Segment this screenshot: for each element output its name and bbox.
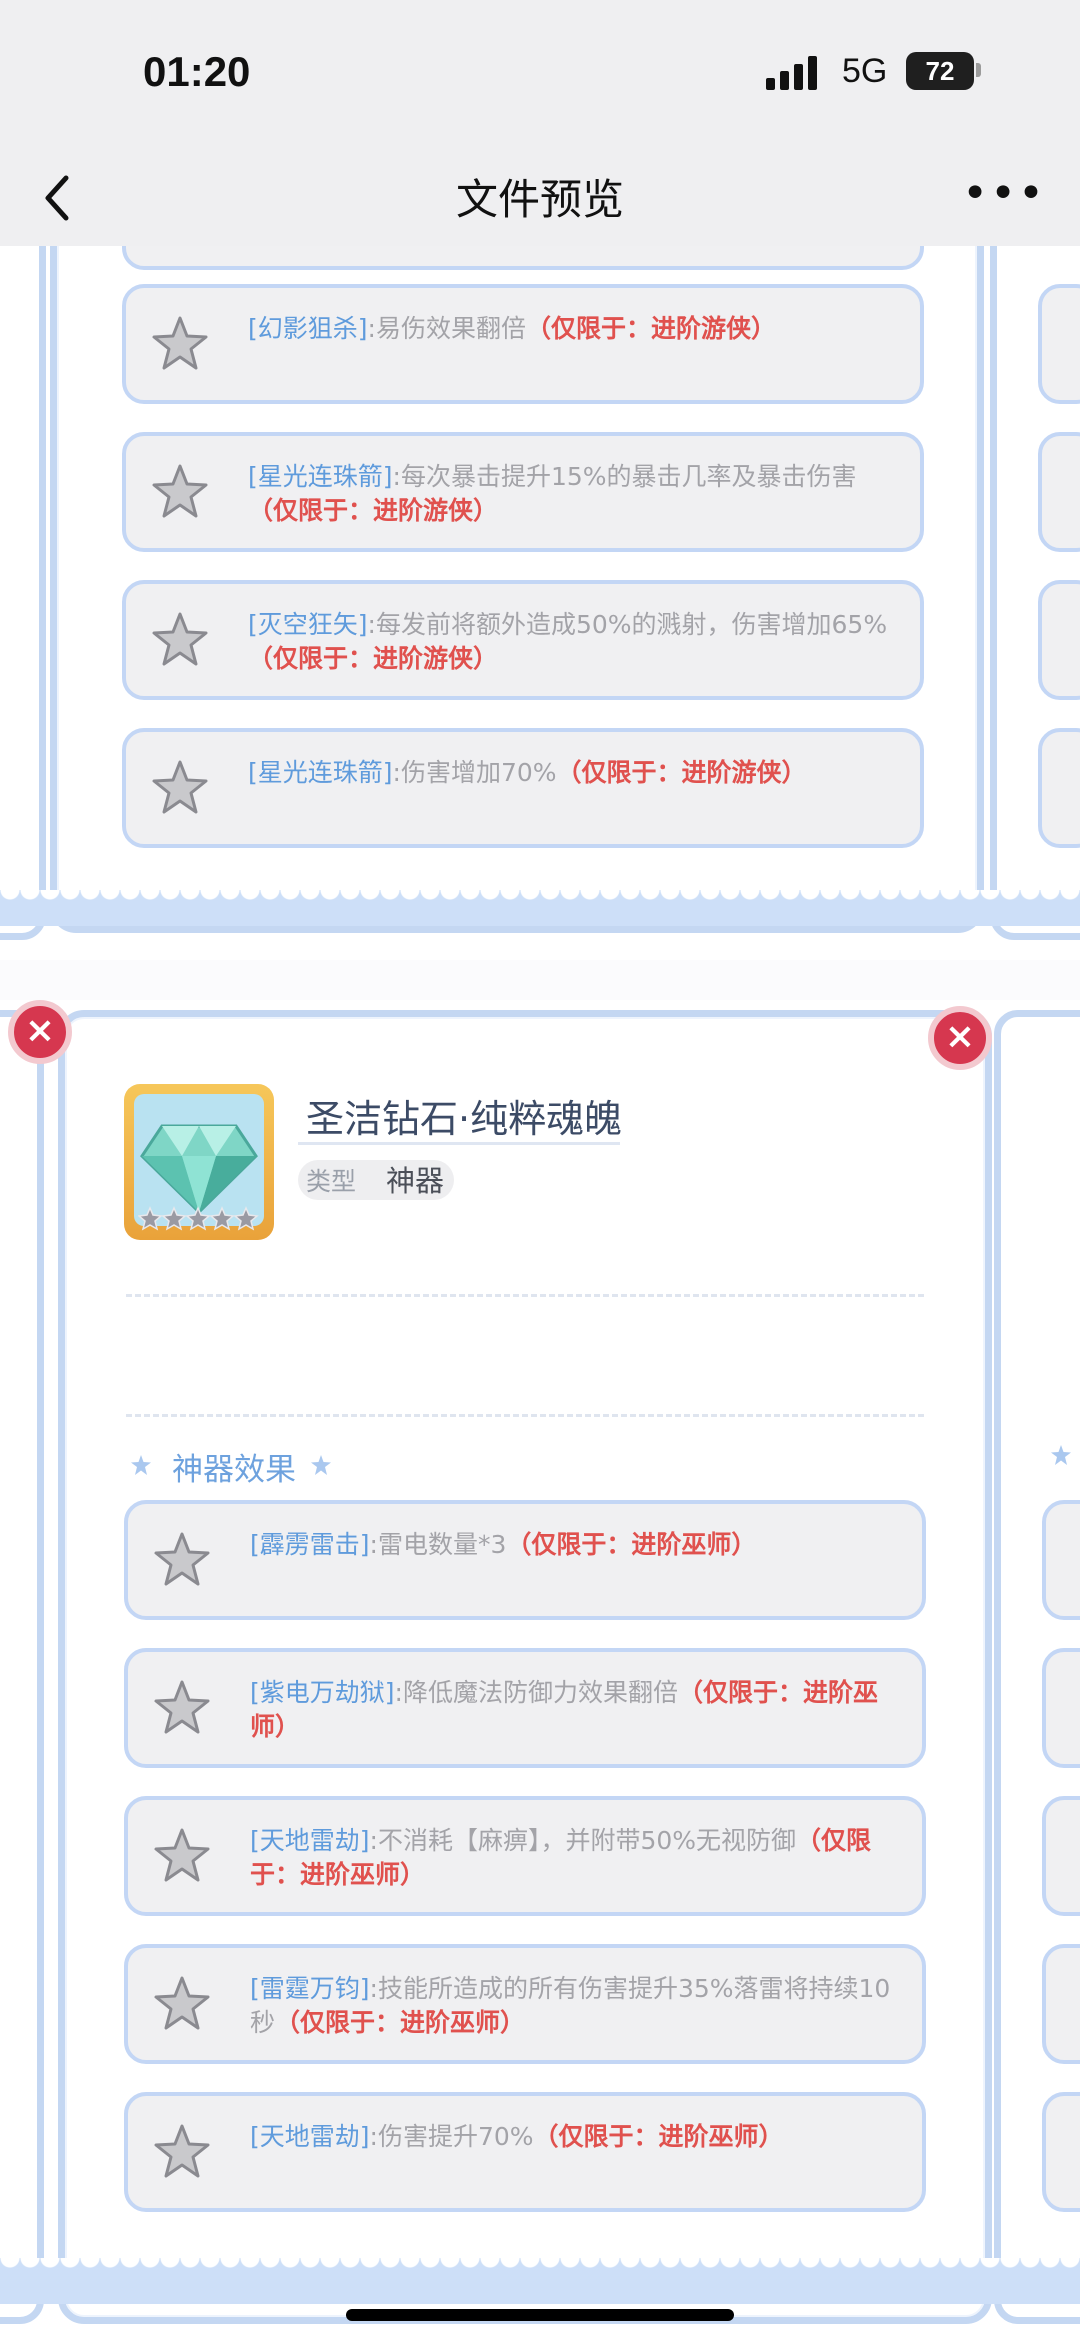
effect-card: [雷霆万钧]:技能所造成的所有伤害提升35%落雷将持续10秒（仅限于：进阶巫师） xyxy=(124,1944,926,2064)
right-side-slot xyxy=(1038,580,1080,700)
left-card-edge xyxy=(0,246,46,940)
effect-card: [霹雳雷击]:雷电数量*3（仅限于：进阶巫师） xyxy=(124,1500,926,1620)
effect-desc: :每次暴击提升15%的暴击几率及暴击伤害 xyxy=(392,462,857,491)
effect-text: [紫电万劫狱]:降低魔法防御力效果翻倍（仅限于：进阶巫师） xyxy=(250,1676,900,1744)
effect-name: [天地雷劫] xyxy=(250,2122,370,2151)
effect-desc: :每发前将额外造成50%的溅射，伤害增加65% xyxy=(367,610,888,639)
effect-limit: （仅限于：进阶巫师） xyxy=(533,2122,784,2151)
right-side-slot xyxy=(1042,1648,1080,1768)
divider xyxy=(126,1414,924,1417)
effect-card: [星光连珠箭]:伤害增加70%（仅限于：进阶游侠） xyxy=(122,728,924,848)
section-title: 神器效果 xyxy=(172,1452,296,1488)
effect-text: [星光连珠箭]:每次暴击提升15%的暴击几率及暴击伤害 （仅限于：进阶游侠） xyxy=(248,460,898,528)
effect-name: [幻影狙杀] xyxy=(248,314,368,343)
effect-name: [雷霆万钧] xyxy=(250,1974,370,2003)
more-icon[interactable]: ••• xyxy=(962,168,1046,219)
effect-desc: :降低魔法防御力效果翻倍 xyxy=(394,1678,678,1707)
effect-desc: :不消耗【麻痹】，并附带50%无视防御 xyxy=(369,1826,797,1855)
rarity-stars xyxy=(138,1206,259,1231)
close-icon[interactable]: × xyxy=(928,1006,992,1070)
effect-limit: （仅限于：进阶巫师） xyxy=(506,1530,757,1559)
effect-text: [天地雷劫]:不消耗【麻痹】，并附带50%无视防御（仅限于：进阶巫师） xyxy=(250,1824,900,1892)
effect-limit: （仅限于：进阶游侠） xyxy=(248,496,499,525)
star-icon xyxy=(154,2124,210,2178)
signal-icon xyxy=(766,56,817,90)
effect-card: [紫电万劫狱]:降低魔法防御力效果翻倍（仅限于：进阶巫师） xyxy=(124,1648,926,1768)
effect-desc: :易伤效果翻倍 xyxy=(367,314,526,343)
network-type: 5G xyxy=(842,52,888,90)
right-side-slot xyxy=(1038,728,1080,848)
effect-text: [天地雷劫]:伤害提升70%（仅限于：进阶巫师） xyxy=(250,2120,900,2154)
effect-card-partial xyxy=(122,246,924,270)
star-icon xyxy=(152,612,208,666)
star-icon xyxy=(152,464,208,518)
effect-name: [灭空狂矢] xyxy=(248,610,368,639)
effect-text: [幻影狙杀]:易伤效果翻倍（仅限于：进阶游侠） xyxy=(248,312,898,346)
effect-name: [紫电万劫狱] xyxy=(250,1678,395,1707)
star-icon xyxy=(154,1532,210,1586)
effect-limit: （仅限于：进阶游侠） xyxy=(525,314,776,343)
effect-limit: （仅限于：进阶巫师） xyxy=(275,2008,526,2037)
star-icon xyxy=(152,760,208,814)
star-icon xyxy=(154,1976,210,2030)
effect-text: [星光连珠箭]:伤害增加70%（仅限于：进阶游侠） xyxy=(248,756,898,790)
effect-name: [霹雳雷击] xyxy=(250,1530,370,1559)
card-bottom-border xyxy=(0,2258,1080,2304)
star-icon xyxy=(311,1455,331,1475)
right-side-slot xyxy=(1038,432,1080,552)
right-side-slot xyxy=(1042,1944,1080,2064)
status-bar: 01:20 5G 72 xyxy=(0,0,1080,150)
effect-card: [星光连珠箭]:每次暴击提升15%的暴击几率及暴击伤害 （仅限于：进阶游侠） xyxy=(122,432,924,552)
effect-name: [天地雷劫] xyxy=(250,1826,370,1855)
effect-card: [灭空狂矢]:每发前将额外造成50%的溅射，伤害增加65% （仅限于：进阶游侠） xyxy=(122,580,924,700)
effect-limit: （仅限于：进阶游侠） xyxy=(248,644,499,673)
preview-image-bottom: × × 圣洁钻石·纯粹魂魄 类型 神器 神器效果 [霹雳雷击]:雷电数量*3（仅… xyxy=(0,1000,1080,2341)
name-underline xyxy=(298,1142,620,1145)
type-value: 神器 xyxy=(386,1164,445,1198)
effect-name: [星光连珠箭] xyxy=(248,462,393,491)
star-icon xyxy=(152,316,208,370)
effect-card: [天地雷劫]:伤害提升70%（仅限于：进阶巫师） xyxy=(124,2092,926,2212)
effect-text: [灭空狂矢]:每发前将额外造成50%的溅射，伤害增加65% （仅限于：进阶游侠） xyxy=(248,608,898,676)
effect-limit: （仅限于：进阶游侠） xyxy=(556,758,807,787)
effect-text: [霹雳雷击]:雷电数量*3（仅限于：进阶巫师） xyxy=(250,1528,900,1562)
effect-name: [星光连珠箭] xyxy=(248,758,393,787)
effect-desc: :伤害提升70% xyxy=(369,2122,534,2151)
divider xyxy=(126,1294,924,1297)
star-icon xyxy=(1051,1445,1071,1465)
status-time: 01:20 xyxy=(143,48,251,95)
close-icon[interactable]: × xyxy=(8,1000,72,1064)
home-indicator[interactable] xyxy=(346,2309,734,2321)
battery-tip xyxy=(976,63,981,77)
type-label: 类型 xyxy=(306,1167,357,1196)
effect-card: [天地雷劫]:不消耗【麻痹】，并附带50%无视防御（仅限于：进阶巫师） xyxy=(124,1796,926,1916)
item-name: 圣洁钻石·纯粹魂魄 xyxy=(306,1097,623,1141)
star-icon xyxy=(131,1455,151,1475)
card-bottom-border xyxy=(0,890,1080,926)
effect-text: [雷霆万钧]:技能所造成的所有伤害提升35%落雷将持续10秒（仅限于：进阶巫师） xyxy=(250,1972,900,2040)
effect-desc: :伤害增加70% xyxy=(392,758,557,787)
right-side-slot xyxy=(1042,1500,1080,1620)
battery-level: 72 xyxy=(906,52,974,90)
effect-desc: :雷电数量*3 xyxy=(369,1530,507,1559)
star-icon xyxy=(154,1680,210,1734)
item-icon-frame xyxy=(124,1084,274,1240)
right-side-slot xyxy=(1042,1796,1080,1916)
page-title: 文件预览 xyxy=(455,175,624,224)
effect-card: [幻影狙杀]:易伤效果翻倍（仅限于：进阶游侠） xyxy=(122,284,924,404)
right-side-slot xyxy=(1042,2092,1080,2212)
nav-bar: 文件预览 ••• xyxy=(0,150,1080,246)
left-card-edge xyxy=(0,1010,44,2324)
preview-image-top: [幻影狙杀]:易伤效果翻倍（仅限于：进阶游侠） [星光连珠箭]:每次暴击提升15… xyxy=(0,246,1080,960)
right-side-slot xyxy=(1038,284,1080,404)
star-icon xyxy=(154,1828,210,1882)
